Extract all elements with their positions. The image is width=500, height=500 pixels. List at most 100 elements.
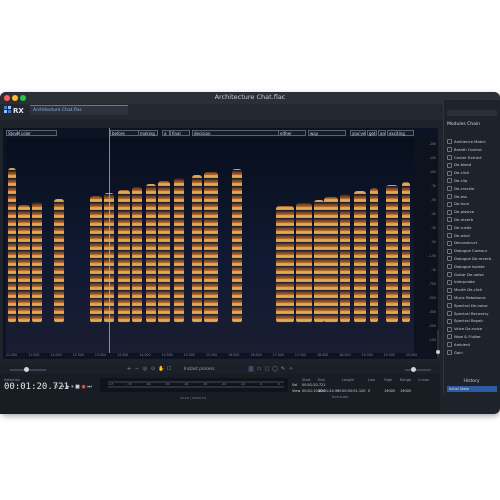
speech-formant [158, 181, 170, 323]
module-label: Mouth De-click [454, 287, 483, 293]
time-selection-icon[interactable]: ▯ [248, 366, 254, 372]
module-item[interactable]: Dialogue Isolate [445, 263, 497, 271]
view-toolbar: + − ◎ ⊙ ✋ ☐ Instant process ▯ ▭ ▢ ◯ ✎ ✧ [0, 364, 440, 374]
word-label-10[interactable]: got [367, 130, 377, 136]
time-tick: 16.500 [250, 353, 262, 357]
speech-formant [118, 190, 130, 323]
module-item[interactable]: Dialogue De-reverb [445, 255, 497, 263]
hand-tool-icon[interactable]: ✋ [158, 366, 164, 372]
frequency-tick: -15k [428, 156, 436, 160]
module-item[interactable]: Breath Control [445, 146, 497, 154]
module-icon [447, 139, 452, 145]
module-item[interactable]: Wow & Flutter [445, 333, 497, 341]
zoom-slider[interactable] [10, 367, 46, 372]
word-label-5[interactable]: final [170, 130, 190, 136]
spectrogram-editor[interactable] [3, 128, 438, 359]
module-item[interactable]: Gain [445, 349, 497, 357]
spectrogram[interactable] [6, 138, 414, 353]
zoom-selection-icon[interactable]: ⊙ [150, 366, 156, 372]
frequency-zoom-slider[interactable] [405, 367, 431, 372]
module-item[interactable]: Ambient [445, 341, 497, 349]
module-item[interactable]: De-bleed [445, 161, 497, 169]
zoom-in-icon[interactable]: + [126, 366, 132, 372]
word-label-0[interactable]: Steve [6, 130, 19, 136]
speech-formant [354, 191, 366, 323]
word-label-4[interactable]: a [162, 130, 170, 136]
meter-scale-label: -30 [202, 381, 208, 386]
module-icon [447, 295, 452, 301]
selection-header: Low [368, 378, 375, 382]
module-item[interactable]: Music Rebalance [445, 294, 497, 302]
module-item[interactable]: Guitar De-noise [445, 271, 497, 279]
time-tick: 19.000 [361, 353, 373, 357]
vertical-zoom-knob[interactable] [436, 350, 440, 354]
module-label: De-reverb [454, 216, 473, 222]
module-item[interactable]: Voice De-noise [445, 325, 497, 333]
frequency-selection-icon[interactable]: ▭ [256, 366, 262, 372]
module-item[interactable]: De-clip [445, 177, 497, 185]
frequency-tick: -20k [428, 142, 436, 146]
speech-formant [32, 202, 42, 323]
selection-header: Start [302, 378, 311, 382]
forward-icon[interactable]: ⏭ [87, 384, 93, 390]
module-item[interactable]: Dialogue Contour [445, 247, 497, 255]
module-item[interactable]: Spectral Recovery [445, 310, 497, 318]
module-icon [447, 178, 452, 184]
frequency-zoom-knob[interactable] [411, 367, 416, 372]
module-icon [447, 271, 452, 277]
module-item[interactable]: De-ess [445, 193, 497, 201]
speech-formant [192, 175, 202, 323]
module-item[interactable]: De-reverb [445, 216, 497, 224]
rectangle-selection-icon[interactable]: ▢ [264, 366, 270, 372]
word-label-1[interactable]: color [19, 130, 57, 136]
preset-dropdown[interactable] [447, 110, 497, 116]
word-label-8[interactable]: way [308, 130, 346, 136]
word-label-7[interactable]: either [278, 130, 306, 136]
module-item[interactable]: De-wind [445, 232, 497, 240]
time-tick: 18.500 [339, 353, 351, 357]
word-label-3[interactable]: making [138, 130, 158, 136]
view-value: 0 [368, 389, 371, 393]
lasso-icon[interactable]: ◯ [272, 366, 278, 372]
speech-formant [370, 188, 378, 323]
time-tick: 19.500 [383, 353, 395, 357]
module-label: Gain [454, 349, 463, 355]
module-item[interactable]: Spectral Repair [445, 317, 497, 325]
module-label: De-crackle [454, 185, 475, 191]
selection-header: Length [342, 378, 355, 382]
module-label: Wow & Flutter [454, 333, 481, 339]
module-item[interactable]: De-rustle [445, 224, 497, 232]
history-item[interactable]: Initial State [447, 386, 497, 392]
zoom-out-icon[interactable]: − [134, 366, 140, 372]
module-item[interactable]: De-crackle [445, 185, 497, 193]
brush-icon[interactable]: ✎ [280, 366, 286, 372]
module-item[interactable]: Interpolate [445, 278, 497, 286]
module-item[interactable]: De-click [445, 169, 497, 177]
word-label-12[interactable]: exciting [387, 130, 414, 136]
magic-wand-icon[interactable]: ✧ [288, 366, 294, 372]
speech-formant [18, 205, 30, 323]
module-item[interactable]: Center Extract [445, 154, 497, 162]
file-tab[interactable]: Architecture Chat.flac [30, 105, 128, 115]
module-icon [447, 232, 452, 238]
instant-process-checkbox[interactable]: ☐ [166, 366, 172, 372]
word-label-11[interactable]: an [378, 130, 386, 136]
time-tick: 17.000 [272, 353, 284, 357]
time-tick: 13.000 [94, 353, 107, 357]
vertical-zoom-scroll[interactable] [436, 330, 440, 358]
modules-chain-header[interactable]: Modules Chain [447, 121, 497, 129]
meter-scale-label: -20 [221, 381, 227, 386]
module-item[interactable]: Spectral De-noise [445, 302, 497, 310]
playhead-cursor[interactable] [109, 128, 110, 353]
module-item[interactable]: De-hum [445, 200, 497, 208]
zoom-slider-knob[interactable] [24, 367, 29, 372]
module-item[interactable]: Mouth De-click [445, 286, 497, 294]
module-item[interactable]: Ambience Match [445, 138, 497, 146]
zoom-fit-icon[interactable]: ◎ [142, 366, 148, 372]
word-label-9[interactable]: you've [350, 130, 366, 136]
sel-row-label: Sel [292, 383, 298, 387]
module-label: Dialogue De-reverb [454, 255, 492, 261]
module-item[interactable]: De-plosive [445, 208, 497, 216]
word-label-6[interactable]: decision [192, 130, 288, 136]
module-item[interactable]: Deconstruct [445, 239, 497, 247]
